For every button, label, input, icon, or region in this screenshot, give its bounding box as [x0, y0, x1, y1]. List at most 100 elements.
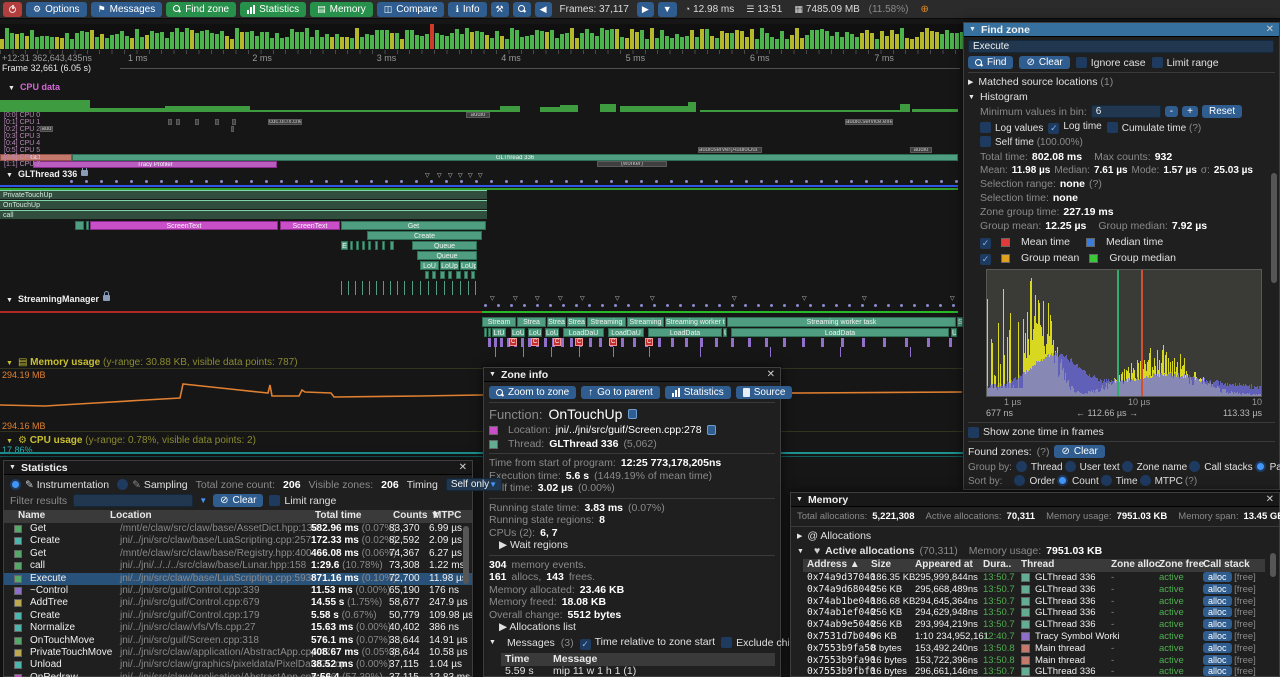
close-icon[interactable]: ✕: [1266, 494, 1274, 505]
message-dot[interactable]: [280, 180, 283, 183]
message-dot[interactable]: [850, 180, 853, 183]
message-dot[interactable]: [549, 304, 552, 307]
toolbar-memory-button[interactable]: ▤Memory: [310, 2, 373, 17]
zone-bar[interactable]: [589, 338, 592, 347]
table-row[interactable]: 0x7553b9fbf016 bytes296,661,146ns13:50.7…: [803, 666, 1269, 677]
log-time-checkbox[interactable]: ✓Log time: [1048, 121, 1101, 134]
toolbar-messages-button[interactable]: ⚑Messages: [91, 2, 163, 17]
message-dot[interactable]: [160, 180, 163, 183]
cpu-fragment[interactable]: aud: [40, 126, 53, 132]
group-by-call-stacks[interactable]: Call stacks: [1189, 461, 1252, 473]
zone-bar[interactable]: LoU: [420, 261, 439, 270]
zone-bar[interactable]: [362, 241, 365, 250]
message-dot[interactable]: [744, 304, 747, 307]
message-dot[interactable]: [601, 304, 604, 307]
histogram-tree[interactable]: ▼Histogram: [968, 91, 1275, 103]
message-marker-icon[interactable]: ▽: [558, 296, 563, 302]
toolbar-statistics-button[interactable]: Statistics: [240, 2, 306, 17]
message-dot[interactable]: [565, 180, 568, 183]
message-dot[interactable]: [190, 180, 193, 183]
zone-bar[interactable]: [75, 221, 84, 230]
message-dot[interactable]: [809, 304, 812, 307]
message-dot[interactable]: [745, 180, 748, 183]
find-zone-titlebar[interactable]: ▼Find zone✕: [964, 23, 1279, 37]
table-row[interactable]: calljni/../jni/../../../src/claw/base/Lu…: [4, 560, 472, 572]
message-marker-icon[interactable]: ▽: [458, 173, 463, 179]
bin-minus-button[interactable]: -: [1165, 106, 1178, 117]
zone-bar[interactable]: [949, 338, 952, 347]
sort-by-count[interactable]: Count: [1057, 475, 1099, 487]
group-mean-checkbox[interactable]: ✓: [980, 251, 995, 265]
zone-bar[interactable]: [658, 338, 661, 347]
message-dot[interactable]: [265, 180, 268, 183]
message-dot[interactable]: [340, 180, 343, 183]
message-dot[interactable]: [640, 180, 643, 183]
zone-bar[interactable]: call: [0, 210, 487, 219]
close-icon[interactable]: ✕: [459, 462, 467, 473]
cpu-zone-worker[interactable]: (worker): [597, 161, 667, 167]
message-dot[interactable]: [666, 304, 669, 307]
message-marker-icon[interactable]: ▽: [535, 296, 540, 302]
table-row[interactable]: 0x7531d7b04096 KB1:10 234,952,16112:40.7…: [803, 631, 1269, 643]
cpu-fragment[interactable]: audioserver(AudioOut_D): [698, 147, 762, 153]
prev-frame-button[interactable]: ◀: [535, 2, 552, 17]
message-dot[interactable]: [627, 304, 630, 307]
table-row[interactable]: ~Controljni/../jni/src/guif/Control.cpp:…: [4, 585, 472, 597]
message-dot[interactable]: [562, 304, 565, 307]
message-dot[interactable]: [445, 180, 448, 183]
message-marker-icon[interactable]: ▽: [862, 296, 867, 302]
message-dot[interactable]: [370, 180, 373, 183]
allocations-tree[interactable]: ▶@ Allocations: [791, 529, 1279, 543]
zone-bar[interactable]: [494, 338, 497, 347]
zone-bar[interactable]: [350, 241, 353, 250]
zone-info-line[interactable]: ▶ Allocations list: [489, 621, 775, 634]
message-dot[interactable]: [510, 304, 513, 307]
zone-bar[interactable]: [484, 328, 487, 337]
message-marker-icon[interactable]: ▽: [580, 296, 585, 302]
memory-titlebar[interactable]: ▼Memory✕: [791, 493, 1279, 507]
table-row[interactable]: AddTreejni/../jni/src/guif/Control.cpp:6…: [4, 597, 472, 609]
zone-bar[interactable]: Strea: [517, 317, 546, 327]
zone-bar[interactable]: LoUp: [440, 261, 459, 270]
message-dot[interactable]: [653, 304, 656, 307]
memory-usage-plot[interactable]: 294.19 MB 294.16 MB: [0, 368, 963, 432]
message-dot[interactable]: [400, 180, 403, 183]
zone-bar[interactable]: LoU: [528, 328, 542, 337]
message-dot[interactable]: [705, 304, 708, 307]
zone-bar[interactable]: [802, 338, 805, 347]
message-marker-icon[interactable]: ▽: [425, 173, 430, 179]
message-dot[interactable]: [497, 304, 500, 307]
limit-range-checkbox[interactable]: Limit range: [1152, 57, 1219, 69]
message-dot[interactable]: [952, 304, 955, 307]
table-row[interactable]: OnTouchMovejni/../jni/src/guif/Screen.cp…: [4, 635, 472, 647]
lock-badge[interactable]: C: [553, 338, 561, 346]
toolbar-info-button[interactable]: ℹInfo: [448, 2, 486, 17]
zone-bar[interactable]: [841, 338, 844, 347]
zone-bar[interactable]: [765, 338, 768, 347]
message-dot[interactable]: [655, 180, 658, 183]
cpu-fragment[interactable]: audio.service.effect: [845, 119, 893, 125]
zone-info-titlebar[interactable]: ▼Zone info✕: [484, 368, 780, 382]
message-dot[interactable]: [475, 180, 478, 183]
zone-bar[interactable]: LtU: [492, 328, 506, 337]
zone-bar[interactable]: LoU: [511, 328, 525, 337]
cpu-zone-tracy[interactable]: Tracy Profiler: [33, 161, 277, 168]
zone-bar[interactable]: [471, 271, 475, 279]
zone-bar[interactable]: [440, 271, 445, 279]
zone-bar[interactable]: [905, 338, 908, 347]
copy-icon[interactable]: [628, 409, 637, 419]
close-icon[interactable]: ✕: [1266, 24, 1274, 35]
memory-usage-header[interactable]: ▼▤ Memory usage (y-range: 30.88 KB, visi…: [6, 357, 298, 368]
zone-bar[interactable]: [544, 338, 547, 347]
message-dot[interactable]: [640, 304, 643, 307]
message-dot[interactable]: [880, 180, 883, 183]
cpu-zone-glthread[interactable]: GLThread 336: [72, 154, 958, 161]
limit-range-checkbox[interactable]: Limit range: [269, 495, 336, 507]
table-row[interactable]: 0x74ab1ef040256 KB294,629,948ns13:50.7GL…: [803, 607, 1269, 619]
show-zone-frames-checkbox[interactable]: Show zone time in frames: [968, 426, 1275, 438]
go-to-parent-button[interactable]: ↑Go to parent: [581, 386, 660, 399]
message-dot[interactable]: [295, 180, 298, 183]
table-row[interactable]: Createjni/../jni/src/guif/Control.cpp:17…: [4, 610, 472, 622]
table-row[interactable]: Normalizejni/../jni/src/claw/vfs/Vfs.cpp…: [4, 622, 472, 634]
message-dot[interactable]: [925, 180, 928, 183]
